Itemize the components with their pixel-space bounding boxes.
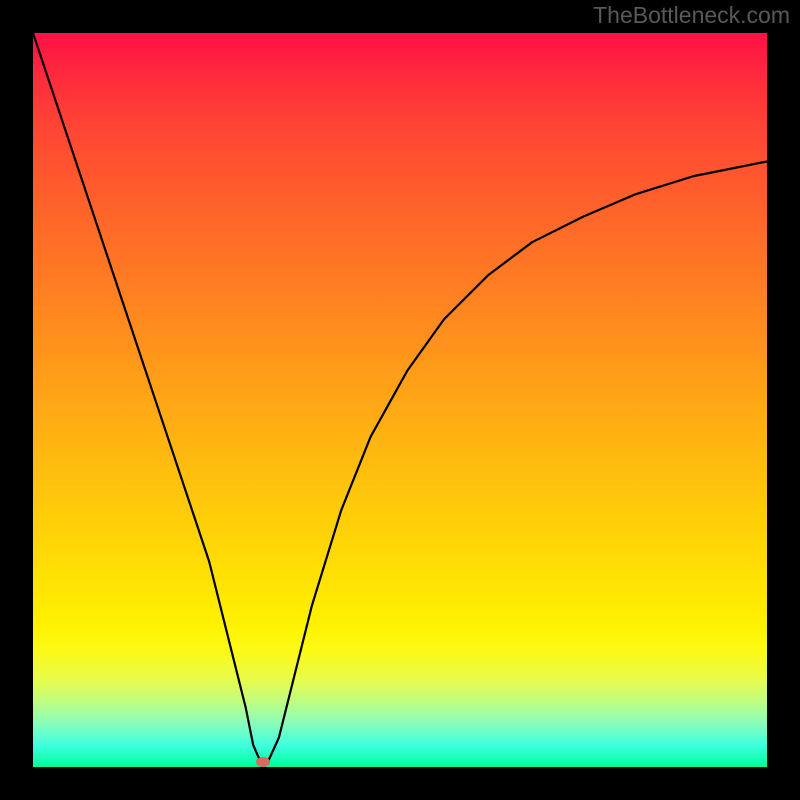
optimal-point-marker (256, 757, 270, 767)
watermark-text: TheBottleneck.com (593, 2, 790, 29)
curve-svg (33, 33, 767, 767)
plot-area (33, 33, 767, 767)
bottleneck-curve-path (33, 33, 767, 762)
